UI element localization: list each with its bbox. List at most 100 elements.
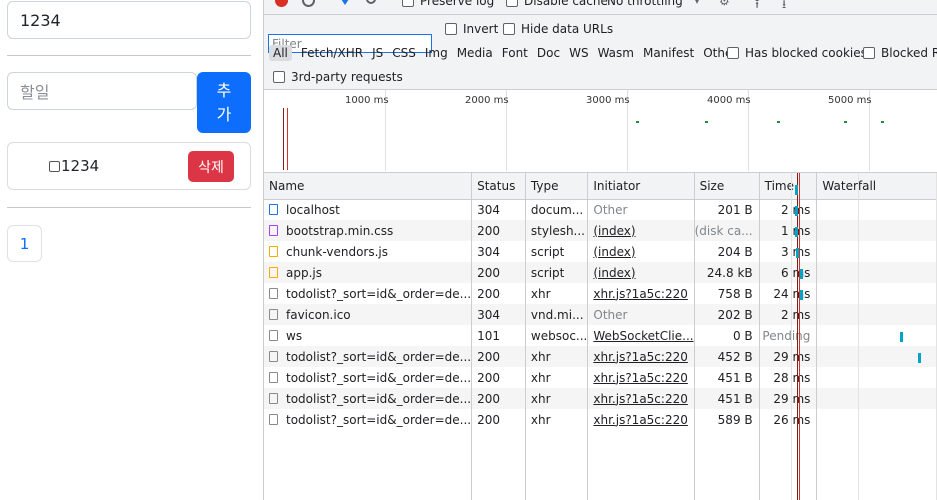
cell-initiator[interactable]: xhr.js?1a5c:220 <box>587 409 695 430</box>
chevron-down-icon[interactable]: ▾ <box>694 0 700 7</box>
column-header-initiator[interactable]: Initiator <box>587 173 695 200</box>
cell-size: 0 B <box>694 325 760 346</box>
column-header-time[interactable]: Time <box>759 173 818 200</box>
todo-list-item: 1234 삭제 <box>7 142 251 190</box>
cell-size: 452 B <box>694 346 760 367</box>
cell-initiator[interactable]: xhr.js?1a5c:220 <box>587 283 695 304</box>
column-header-type[interactable]: Type <box>525 173 589 200</box>
file-icon <box>269 392 278 404</box>
type-filter-media[interactable]: Media <box>457 46 493 60</box>
waterfall-gridline <box>858 173 859 500</box>
pagination-page-button[interactable]: 1 <box>7 225 42 262</box>
disable-cache-checkbox[interactable] <box>506 0 518 7</box>
cell-initiator[interactable]: (index) <box>587 220 695 241</box>
todo-input[interactable]: 할일 <box>7 72 197 110</box>
third-party-toggle[interactable]: 3rd-party requests <box>273 70 403 84</box>
cell-name[interactable]: todolist?_sort=id&_order=de... <box>264 367 473 388</box>
cell-name[interactable]: todolist?_sort=id&_order=de... <box>264 388 473 409</box>
column-header-name[interactable]: Name <box>264 173 473 200</box>
overview-tick-label: 4000 ms <box>707 95 751 106</box>
cell-name[interactable]: bootstrap.min.css <box>264 220 473 241</box>
cell-initiator[interactable]: WebSocketClie... <box>587 325 695 346</box>
record-icon[interactable] <box>275 0 288 7</box>
timeline-overview[interactable]: 1000 ms 2000 ms 3000 ms 4000 ms 5000 ms <box>264 89 937 171</box>
hide-data-urls-toggle[interactable]: Hide data URLs <box>503 22 613 36</box>
type-filter-font[interactable]: Font <box>502 46 528 60</box>
cell-name[interactable]: chunk-vendors.js <box>264 241 473 262</box>
file-icon <box>269 350 278 362</box>
cell-type: xhr <box>525 346 589 367</box>
add-button[interactable]: 추 가 <box>197 72 251 133</box>
preserve-log-toggle[interactable]: Preserve log <box>402 0 494 8</box>
cell-name[interactable]: ws <box>264 325 473 346</box>
invert-checkbox[interactable] <box>445 23 457 35</box>
delete-button[interactable]: 삭제 <box>188 151 234 182</box>
type-filter-wasm[interactable]: Wasm <box>598 46 634 60</box>
network-toolbar: Preserve log Disable cache No throttling… <box>264 0 937 14</box>
clear-icon[interactable] <box>302 0 315 7</box>
hide-data-urls-checkbox[interactable] <box>503 23 515 35</box>
type-filter-manifest[interactable]: Manifest <box>643 46 694 60</box>
cell-initiator[interactable]: xhr.js?1a5c:220 <box>587 388 695 409</box>
type-filter-doc[interactable]: Doc <box>537 46 560 60</box>
request-name: todolist?_sort=id&_order=de... <box>286 412 472 427</box>
preserve-log-checkbox[interactable] <box>402 0 414 7</box>
add-button-label-2: 가 <box>216 104 232 124</box>
cell-initiator[interactable]: (index) <box>587 262 695 283</box>
type-filter-fetch-xhr[interactable]: Fetch/XHR <box>301 46 363 60</box>
hide-data-urls-label: Hide data URLs <box>521 22 614 36</box>
cell-type: xhr <box>525 367 589 388</box>
file-icon <box>269 287 278 299</box>
cell-name[interactable]: localhost <box>264 199 473 220</box>
cell-status: 200 <box>471 346 526 367</box>
type-filter-js[interactable]: JS <box>372 46 383 60</box>
type-filter-img[interactable]: Img <box>425 46 448 60</box>
column-header-waterfall[interactable]: Waterfall <box>816 173 937 200</box>
type-filter-css[interactable]: CSS <box>392 46 416 60</box>
column-header-status[interactable]: Status <box>471 173 526 200</box>
waterfall-bar <box>918 353 921 363</box>
waterfall-bar <box>800 290 803 300</box>
cell-name[interactable]: todolist?_sort=id&_order=de... <box>264 283 473 304</box>
cell-status: 200 <box>471 283 526 304</box>
cell-size: 451 B <box>694 388 760 409</box>
divider <box>7 207 251 208</box>
cell-type: docum... <box>525 199 589 220</box>
search-icon[interactable] <box>366 0 376 4</box>
cell-initiator[interactable]: xhr.js?1a5c:220 <box>587 367 695 388</box>
waterfall-bar <box>900 332 903 342</box>
has-blocked-cookies-checkbox[interactable] <box>727 47 739 59</box>
request-name: todolist?_sort=id&_order=de... <box>286 286 472 301</box>
third-party-checkbox[interactable] <box>273 71 285 83</box>
script-icon <box>269 266 278 278</box>
cell-size: 589 B <box>694 409 760 430</box>
cell-name[interactable]: favicon.ico <box>264 304 473 325</box>
blocked-requests-checkbox[interactable] <box>863 47 875 59</box>
cell-initiator[interactable]: (index) <box>587 241 695 262</box>
load-event-marker <box>287 108 288 170</box>
todo-app: 1234 할일 추 가 1234 삭제 1 <box>0 0 262 500</box>
blocked-requests-toggle[interactable]: Blocked Re <box>863 46 937 60</box>
cell-name[interactable]: app.js <box>264 262 473 283</box>
cell-type: script <box>525 262 589 283</box>
filter-funnel-icon[interactable] <box>339 0 351 5</box>
throttling-select[interactable]: No throttling <box>607 0 683 8</box>
has-blocked-cookies-toggle[interactable]: Has blocked cookies <box>727 46 867 60</box>
top-text-input[interactable]: 1234 <box>7 1 251 39</box>
overview-request-mark <box>705 121 708 123</box>
column-header-size[interactable]: Size <box>694 173 760 200</box>
network-conditions-icon[interactable]: ⚙ <box>719 0 730 8</box>
type-filter-ws[interactable]: WS <box>569 46 588 60</box>
cell-name[interactable]: todolist?_sort=id&_order=de... <box>264 409 473 430</box>
load-event-line <box>799 173 800 500</box>
waterfall-bar <box>795 206 798 216</box>
todo-checkbox[interactable] <box>49 160 60 172</box>
preserve-log-label: Preserve log <box>420 0 495 8</box>
cell-initiator[interactable]: xhr.js?1a5c:220 <box>587 346 695 367</box>
cell-type: stylesh... <box>525 220 589 241</box>
disable-cache-toggle[interactable]: Disable cache <box>506 0 608 8</box>
overview-tick-label: 2000 ms <box>465 95 509 106</box>
cell-name[interactable]: todolist?_sort=id&_order=de... <box>264 346 473 367</box>
invert-toggle[interactable]: Invert <box>445 22 498 36</box>
type-filter-all[interactable]: All <box>269 45 292 61</box>
